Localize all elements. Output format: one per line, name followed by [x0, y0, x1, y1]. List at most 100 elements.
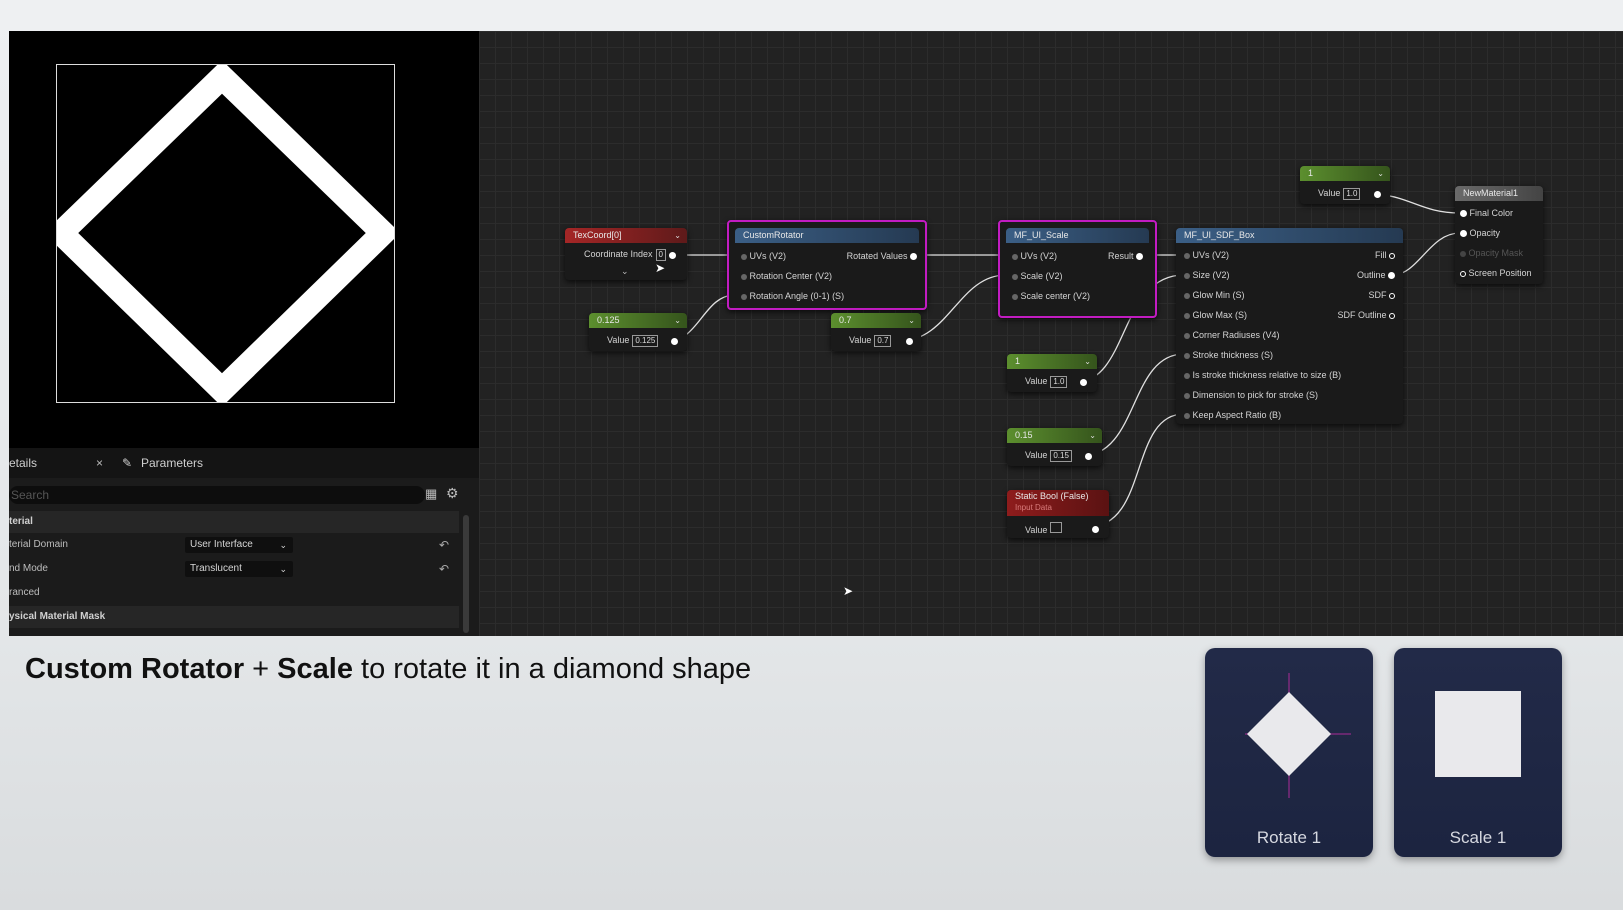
input-pin[interactable]: Corner Radiuses (V4) — [1184, 329, 1280, 341]
value-field[interactable]: Value 0.15 — [1025, 449, 1072, 462]
mouse-cursor-icon: ➤ — [843, 584, 854, 598]
node-custom-rotator[interactable]: CustomRotator UVs (V2) Rotation Center (… — [727, 220, 927, 310]
node-constant-0125[interactable]: 0.125 ⌄ Value 0.125 — [589, 313, 687, 351]
node-constant-1[interactable]: 1 ⌄ Value 1.0 — [1007, 354, 1097, 392]
preview-viewport[interactable] — [9, 31, 479, 448]
section-material[interactable]: terial — [9, 511, 459, 533]
material-editor: etails × ✎ Parameters Search ▦ ⚙ terial … — [9, 31, 1623, 636]
input-pin[interactable]: Size (V2) — [1184, 269, 1230, 281]
input-label: Dimension to pick for stroke (S) — [1192, 390, 1319, 400]
final-color-label: Final Color — [1469, 208, 1514, 218]
value-field[interactable]: Value 1.0 — [1318, 187, 1361, 200]
node-texcoord[interactable]: TexCoord[0] ⌄ Coordinate Index 0 ⌄ — [565, 228, 687, 280]
input-pin[interactable]: Glow Min (S) — [1184, 289, 1245, 301]
row-blend-mode: nd Mode Translucent ⌄ ↶ — [9, 558, 459, 580]
value-field[interactable]: Value 0.125 — [607, 334, 659, 347]
output-pin[interactable] — [671, 335, 678, 347]
rotate-card-label: Rotate 1 — [1256, 828, 1322, 847]
close-icon[interactable]: × — [96, 454, 103, 472]
input-pin[interactable]: Is stroke thickness relative to size (B) — [1184, 369, 1341, 381]
node-constant-1-top-title: 1 ⌄ — [1300, 166, 1390, 181]
input-label: Glow Min (S) — [1192, 290, 1245, 300]
value-field[interactable]: Value 1.0 — [1025, 375, 1068, 388]
value-input[interactable]: 0.7 — [874, 335, 892, 347]
input-pin[interactable]: Glow Max (S) — [1184, 309, 1247, 321]
checkbox[interactable] — [1050, 522, 1063, 533]
rotation-angle-label: Rotation Angle (0-1) (S) — [749, 291, 845, 301]
section-physical-material-mask[interactable]: ysical Material Mask — [9, 606, 459, 628]
row-advanced[interactable]: ranced — [9, 582, 459, 604]
output-pin-rotated-values[interactable]: Rotated Values — [847, 250, 917, 262]
node-static-bool[interactable]: Static Bool (False) Input Data Value — [1007, 490, 1109, 538]
input-pin[interactable]: Stroke thickness (S) — [1184, 349, 1273, 361]
output-pin-sdf-outline[interactable]: SDF Outline — [1337, 309, 1395, 321]
node-mf-ui-sdf-box[interactable]: MF_UI_SDF_Box UVs (V2) Size (V2) Glow Mi… — [1176, 228, 1403, 424]
node-new-material[interactable]: NewMaterial1 Final Color Opacity Opacity… — [1455, 186, 1543, 284]
node-constant-07[interactable]: 0.7 ⌄ Value 0.7 — [831, 313, 921, 351]
input-pin-uvs[interactable]: UVs (V2) — [1012, 250, 1057, 262]
input-pin[interactable]: Dimension to pick for stroke (S) — [1184, 389, 1318, 401]
reset-icon[interactable]: ↶ — [439, 558, 449, 580]
input-pin-scale-center[interactable]: Scale center (V2) — [1012, 290, 1090, 302]
chevron-down-icon[interactable]: ⌄ — [621, 265, 629, 277]
value-field[interactable]: Value — [1025, 522, 1063, 536]
coordinate-index-field[interactable]: Coordinate Index 0 — [584, 248, 666, 261]
material-pin-opacity[interactable]: Opacity — [1460, 227, 1500, 239]
value-input[interactable]: 1.0 — [1050, 376, 1068, 388]
input-pin[interactable]: UVs (V2) — [1184, 249, 1229, 261]
caption-bold-custom-rotator: Custom Rotator — [25, 653, 245, 685]
gear-icon[interactable]: ⚙ — [446, 485, 459, 502]
output-pin[interactable] — [1092, 523, 1099, 535]
output-pin-outline[interactable]: Outline — [1357, 269, 1395, 281]
output-pin-sdf[interactable]: SDF — [1368, 289, 1395, 301]
output-pin[interactable] — [906, 335, 913, 347]
output-pin[interactable] — [1080, 376, 1087, 388]
table-view-icon[interactable]: ▦ — [425, 486, 437, 502]
search-input[interactable]: Search — [9, 486, 425, 504]
scale-card: Scale 1 — [1394, 648, 1562, 857]
output-pin-result[interactable]: Result — [1108, 250, 1143, 262]
material-domain-value: User Interface — [190, 539, 253, 550]
chevron-down-icon: ⌄ — [279, 564, 287, 574]
value-input[interactable]: 1.0 — [1343, 188, 1361, 200]
node-graph[interactable]: TexCoord[0] ⌄ Coordinate Index 0 ⌄ 0.125 ⌄ … — [479, 31, 1623, 636]
section-material-label: terial — [9, 516, 33, 527]
blend-mode-dropdown[interactable]: Translucent ⌄ — [185, 561, 293, 577]
coordinate-index-value[interactable]: 0 — [655, 249, 666, 261]
result-label: Result — [1107, 251, 1134, 261]
material-domain-dropdown[interactable]: User Interface ⌄ — [185, 537, 293, 553]
opacity-label: Opacity — [1469, 228, 1501, 238]
tab-parameters[interactable]: Parameters — [141, 454, 203, 472]
node-constant-07-title: 0.7 ⌄ — [831, 313, 921, 328]
value-label: Value — [1025, 450, 1048, 460]
node-mf-ui-scale[interactable]: MF_UI_Scale UVs (V2) Scale (V2) Scale ce… — [998, 220, 1157, 318]
input-label: UVs (V2) — [1192, 250, 1230, 260]
node-constant-1-top[interactable]: 1 ⌄ Value 1.0 — [1300, 166, 1390, 204]
material-pin-opacity-mask[interactable]: Opacity Mask — [1460, 247, 1523, 259]
input-pin-rotation-angle[interactable]: Rotation Angle (0-1) (S) — [741, 290, 844, 302]
chevron-down-icon: ⌄ — [1084, 357, 1091, 366]
input-pin-uvs[interactable]: UVs (V2) — [741, 250, 786, 262]
value-input[interactable]: 0.15 — [1050, 450, 1072, 462]
material-pin-final-color[interactable]: Final Color — [1460, 207, 1513, 219]
output-pin[interactable] — [1374, 188, 1381, 200]
scrollbar[interactable] — [463, 515, 469, 633]
input-pin[interactable]: Keep Aspect Ratio (B) — [1184, 409, 1281, 421]
value-field[interactable]: Value 0.7 — [849, 334, 892, 347]
value-label: Value — [1318, 188, 1341, 198]
advanced-label: ranced — [9, 587, 40, 598]
node-constant-015[interactable]: 0.15 ⌄ Value 0.15 — [1007, 428, 1102, 466]
output-pin[interactable] — [1085, 450, 1092, 462]
rotation-center-label: Rotation Center (V2) — [749, 271, 833, 281]
node-constant-1-title: 1 ⌄ — [1007, 354, 1097, 369]
input-pin-rotation-center[interactable]: Rotation Center (V2) — [741, 270, 832, 282]
scale-label: Scale (V2) — [1020, 271, 1063, 281]
material-pin-screen-position[interactable]: Screen Position — [1460, 267, 1532, 279]
output-pin-fill[interactable]: Fill — [1375, 249, 1395, 261]
scale-center-label: Scale center (V2) — [1020, 291, 1091, 301]
tab-details[interactable]: etails — [9, 454, 37, 472]
output-pin[interactable] — [669, 249, 676, 261]
reset-icon[interactable]: ↶ — [439, 534, 449, 556]
input-pin-scale[interactable]: Scale (V2) — [1012, 270, 1063, 282]
value-input[interactable]: 0.125 — [632, 335, 659, 347]
